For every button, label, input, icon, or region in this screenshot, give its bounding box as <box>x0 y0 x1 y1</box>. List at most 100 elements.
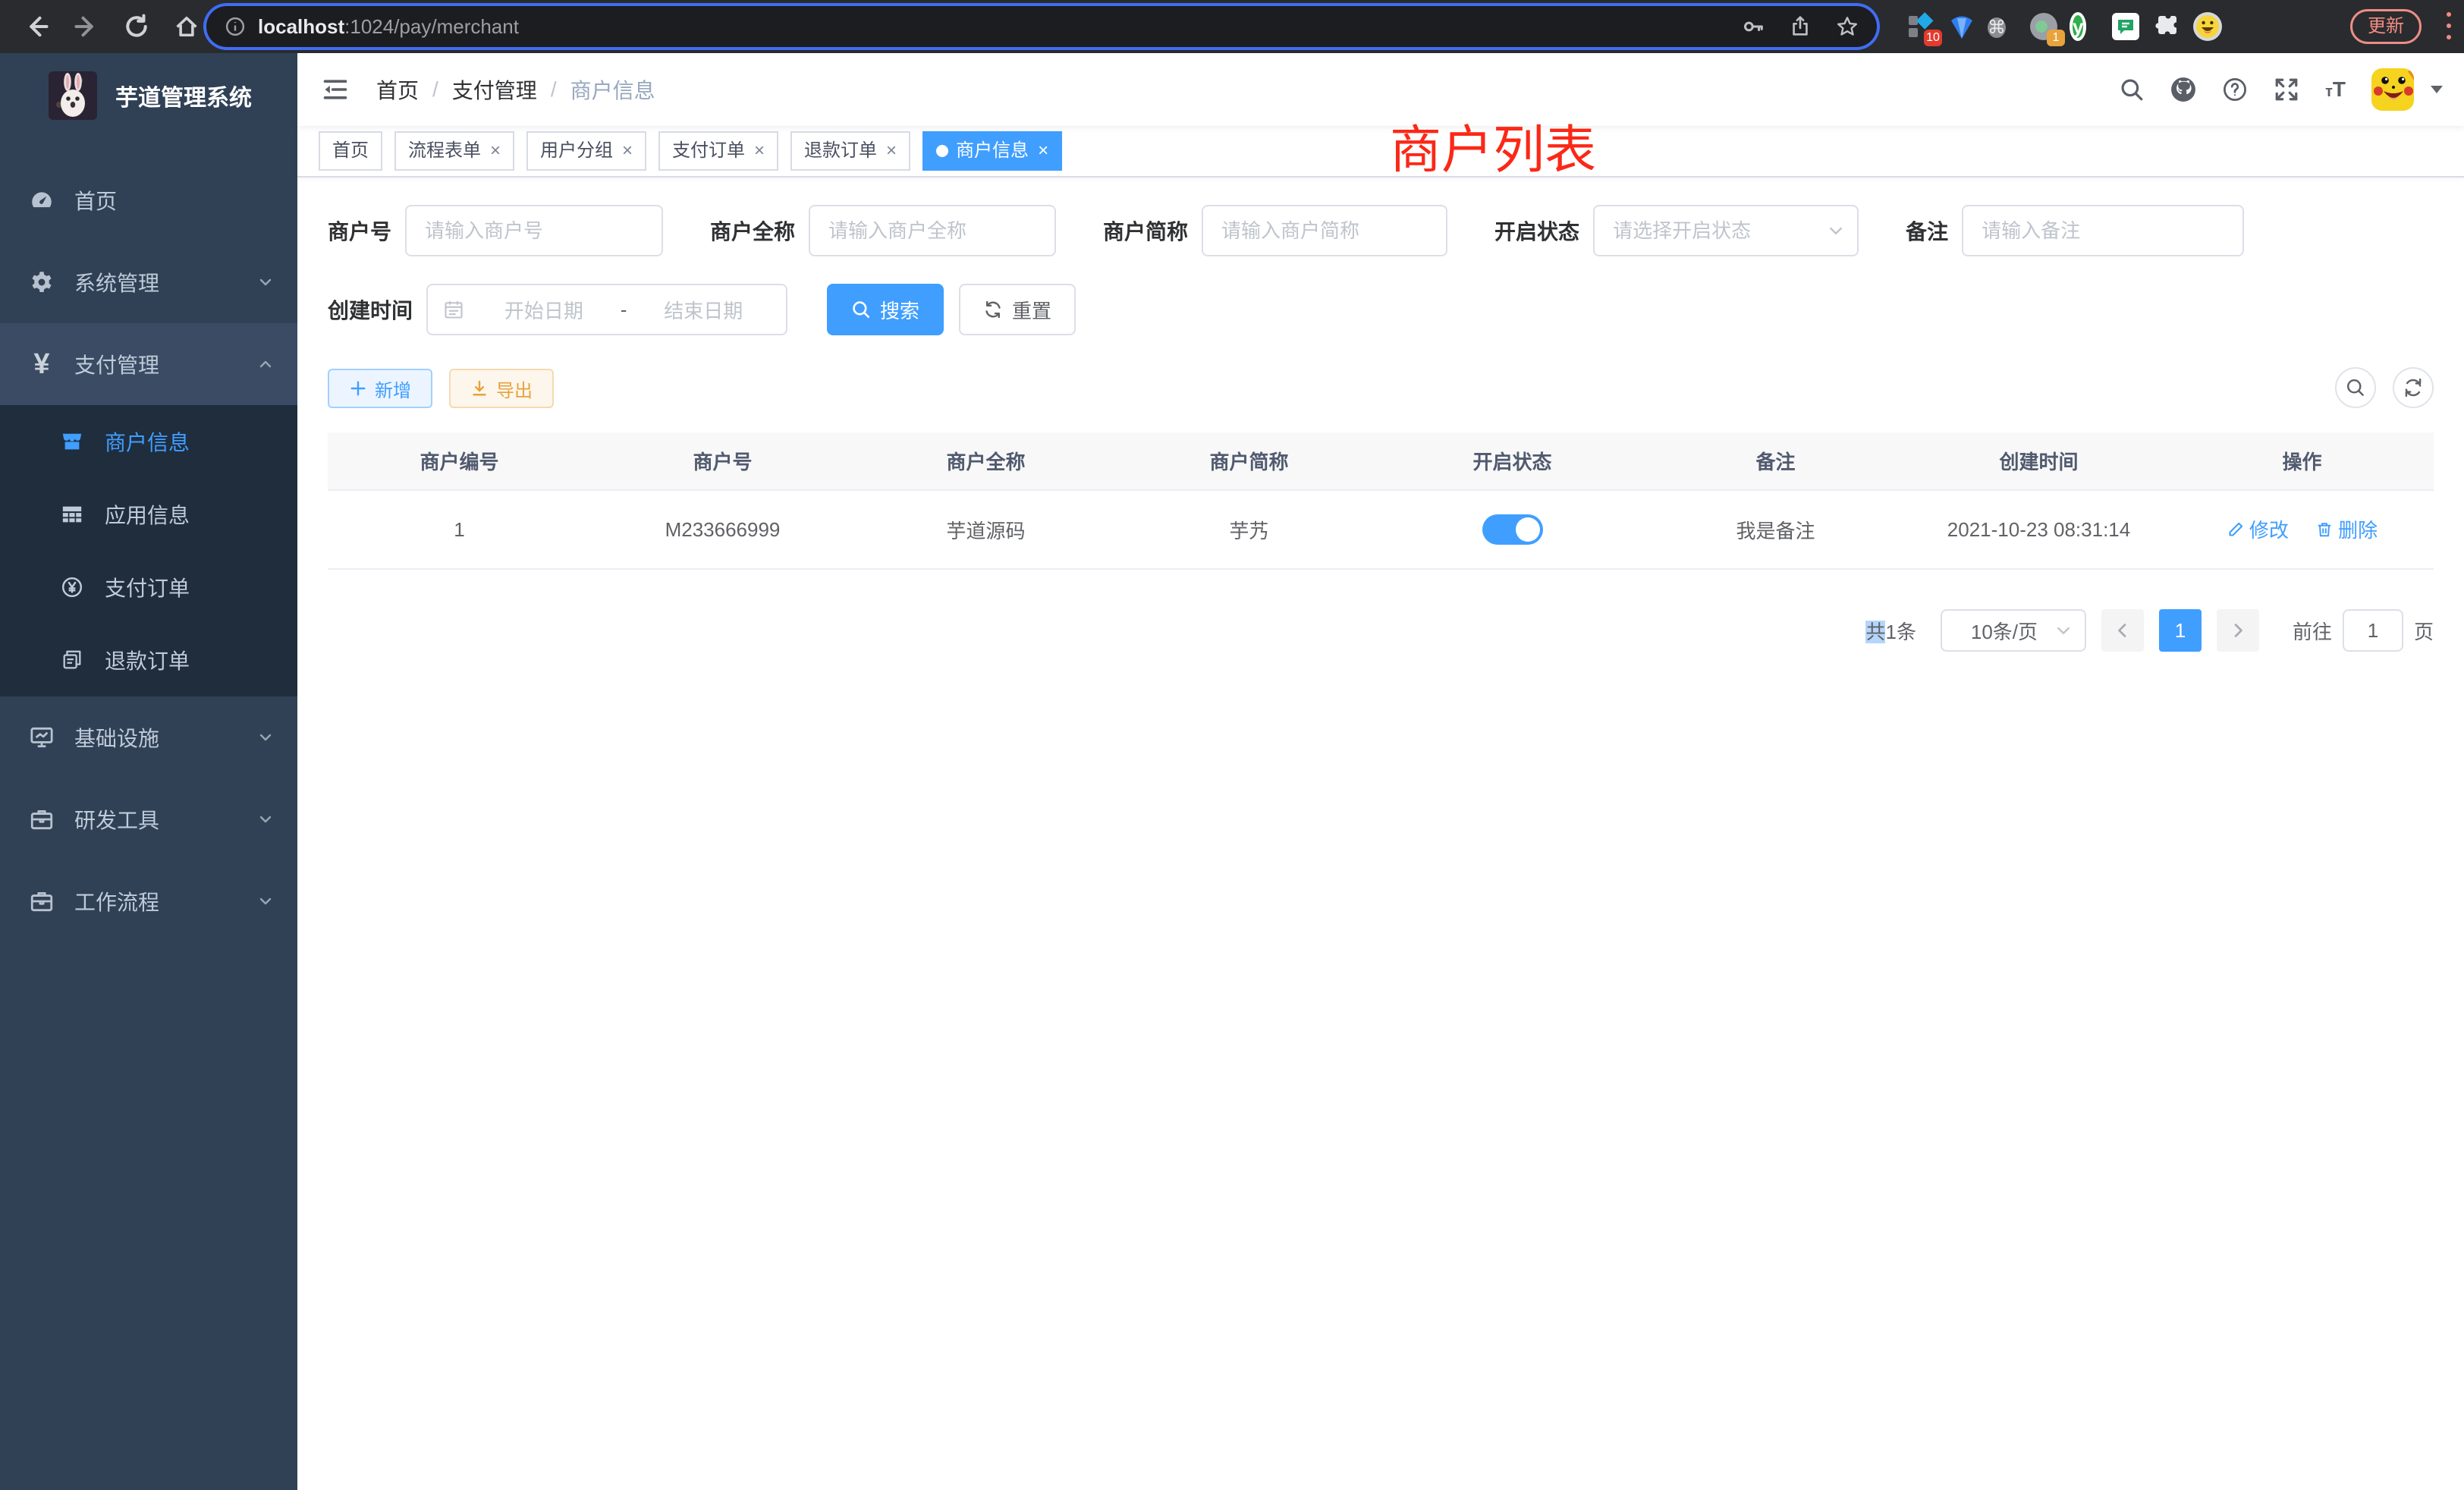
tab-process-form[interactable]: 流程表单× <box>394 131 514 171</box>
sidebar-item-workflow[interactable]: 工作流程 <box>0 860 297 942</box>
extension-kite-icon[interactable] <box>1947 11 1977 42</box>
remark-input[interactable] <box>1962 205 2244 256</box>
sidebar-item-infrastructure[interactable]: 基础设施 <box>0 696 297 778</box>
breadcrumb-home[interactable]: 首页 <box>376 74 419 105</box>
sidebar-item-home[interactable]: 首页 <box>0 159 297 241</box>
sidebar-item-label: 商户信息 <box>105 426 190 457</box>
gear-icon <box>29 269 55 295</box>
active-dot <box>936 145 948 157</box>
sidebar-item-label: 系统管理 <box>74 267 159 297</box>
prev-page-button[interactable] <box>2101 609 2144 652</box>
goto-page-input[interactable] <box>2343 609 2403 652</box>
sidebar-menu: 首页 系统管理 ¥ 支付管理 <box>0 159 297 942</box>
sidebar-item-system[interactable]: 系统管理 <box>0 241 297 323</box>
short-name-label: 商户简称 <box>1103 215 1188 246</box>
col-full-name: 商户全称 <box>854 432 1117 490</box>
tab-merchant-info[interactable]: 商户信息× <box>922 131 1062 171</box>
screen: localhost:1024/pay/merchant 10 <box>0 0 2464 1490</box>
github-icon[interactable] <box>2170 77 2196 102</box>
browser-profile-avatar[interactable] <box>2192 11 2223 42</box>
date-start-placeholder: 开始日期 <box>476 296 611 324</box>
extensions-puzzle-icon[interactable] <box>2151 11 2182 42</box>
breadcrumb-payment[interactable]: 支付管理 <box>452 74 537 105</box>
edit-button[interactable]: 修改 <box>2227 515 2289 543</box>
delete-button[interactable]: 删除 <box>2315 515 2378 543</box>
fullscreen-icon[interactable] <box>2274 77 2299 102</box>
font-size-icon[interactable]: тT <box>2325 77 2346 102</box>
user-avatar[interactable] <box>2371 68 2414 111</box>
extension-chat-icon[interactable] <box>2110 11 2141 42</box>
sidebar-item-label: 支付管理 <box>74 349 159 379</box>
tab-pay-order[interactable]: 支付订单× <box>658 131 778 171</box>
remark-label: 备注 <box>1906 215 1948 246</box>
short-name-input[interactable] <box>1202 205 1447 256</box>
browser-menu-icon[interactable] <box>2446 12 2452 39</box>
logo-image <box>49 71 97 120</box>
breadcrumb-separator: / <box>432 77 438 102</box>
sidebar-collapse-icon[interactable] <box>322 76 349 103</box>
browser-reload-icon[interactable] <box>123 13 150 40</box>
sidebar-item-refund-order[interactable]: 退款订单 <box>0 624 297 696</box>
shop-icon <box>61 430 83 453</box>
page-content: 商户号 商户全称 商户简称 开启状态 <box>297 178 2464 1490</box>
sidebar-item-dev-tools[interactable]: 研发工具 <box>0 778 297 860</box>
close-icon[interactable]: × <box>622 142 633 160</box>
sidebar-item-label: 应用信息 <box>105 499 190 530</box>
tab-home[interactable]: 首页 <box>319 131 382 171</box>
sidebar-item-payment[interactable]: ¥ 支付管理 <box>0 323 297 405</box>
cell-merchant-no: M233666999 <box>591 490 854 569</box>
search-button[interactable]: 搜索 <box>827 284 944 335</box>
cell-status <box>1381 490 1644 569</box>
export-button[interactable]: 导出 <box>449 369 554 408</box>
close-icon[interactable]: × <box>754 142 765 160</box>
status-label: 开启状态 <box>1494 215 1579 246</box>
status-toggle[interactable] <box>1482 514 1543 545</box>
cell-create-time: 2021-10-23 08:31:14 <box>1907 490 2170 569</box>
page-number-1[interactable]: 1 <box>2159 609 2202 652</box>
sidebar-item-app-info[interactable]: 应用信息 <box>0 478 297 551</box>
extension-y-icon[interactable]: y <box>2070 11 2100 42</box>
reset-button[interactable]: 重置 <box>959 284 1076 335</box>
browser-update-button[interactable]: 更新 <box>2350 9 2422 44</box>
refresh-table-button[interactable] <box>2393 367 2434 408</box>
goto-suffix: 页 <box>2414 617 2434 645</box>
toggle-search-button[interactable] <box>2335 367 2376 408</box>
browser-back-icon[interactable] <box>23 13 50 40</box>
status-select-input[interactable] <box>1593 205 1859 256</box>
trash-icon <box>2315 520 2334 539</box>
extension-blue-diamond-icon[interactable]: 10 <box>1906 11 1936 42</box>
merchant-no-input[interactable] <box>405 205 663 256</box>
bookmark-star-icon[interactable] <box>1836 15 1859 38</box>
page-size-value[interactable] <box>1941 609 2086 652</box>
add-button[interactable]: 新增 <box>328 369 432 408</box>
sidebar-item-pay-order[interactable]: 支付订单 <box>0 551 297 624</box>
tab-refund-order[interactable]: 退款订单× <box>790 131 910 171</box>
table-toolbar: 新增 导出 <box>328 369 2434 408</box>
page-size-select[interactable] <box>1941 609 2086 652</box>
url-text[interactable]: localhost:1024/pay/merchant <box>258 15 519 39</box>
date-range-picker[interactable]: 开始日期 - 结束日期 <box>426 284 787 335</box>
close-icon[interactable]: × <box>886 142 897 160</box>
site-info-icon[interactable] <box>225 16 246 37</box>
cell-full-name: 芋道源码 <box>854 490 1117 569</box>
tab-user-group[interactable]: 用户分组× <box>526 131 646 171</box>
share-icon[interactable] <box>1789 15 1812 38</box>
avatar-caret-icon[interactable] <box>2431 86 2443 93</box>
sidebar-item-merchant-info[interactable]: 商户信息 <box>0 405 297 478</box>
password-key-icon[interactable] <box>1742 15 1765 38</box>
browser-forward-icon[interactable] <box>73 13 100 40</box>
extension-profile-icon[interactable]: 1 <box>2029 11 2059 42</box>
next-page-button[interactable] <box>2217 609 2259 652</box>
full-name-input[interactable] <box>809 205 1056 256</box>
status-select[interactable] <box>1593 205 1859 256</box>
close-icon[interactable]: × <box>490 142 501 160</box>
help-icon[interactable] <box>2222 77 2248 102</box>
extension-command-icon[interactable]: ⌘ <box>1988 11 2018 42</box>
browser-home-icon[interactable] <box>173 13 200 40</box>
close-icon[interactable]: × <box>1038 142 1048 160</box>
sidebar-item-label: 工作流程 <box>74 886 159 916</box>
address-bar[interactable]: localhost:1024/pay/merchant <box>206 6 1877 47</box>
app-logo[interactable]: 芋道管理系统 <box>0 53 297 138</box>
payment-submenu: 商户信息 应用信息 支付订单 <box>0 405 297 696</box>
header-search-icon[interactable] <box>2119 77 2145 102</box>
